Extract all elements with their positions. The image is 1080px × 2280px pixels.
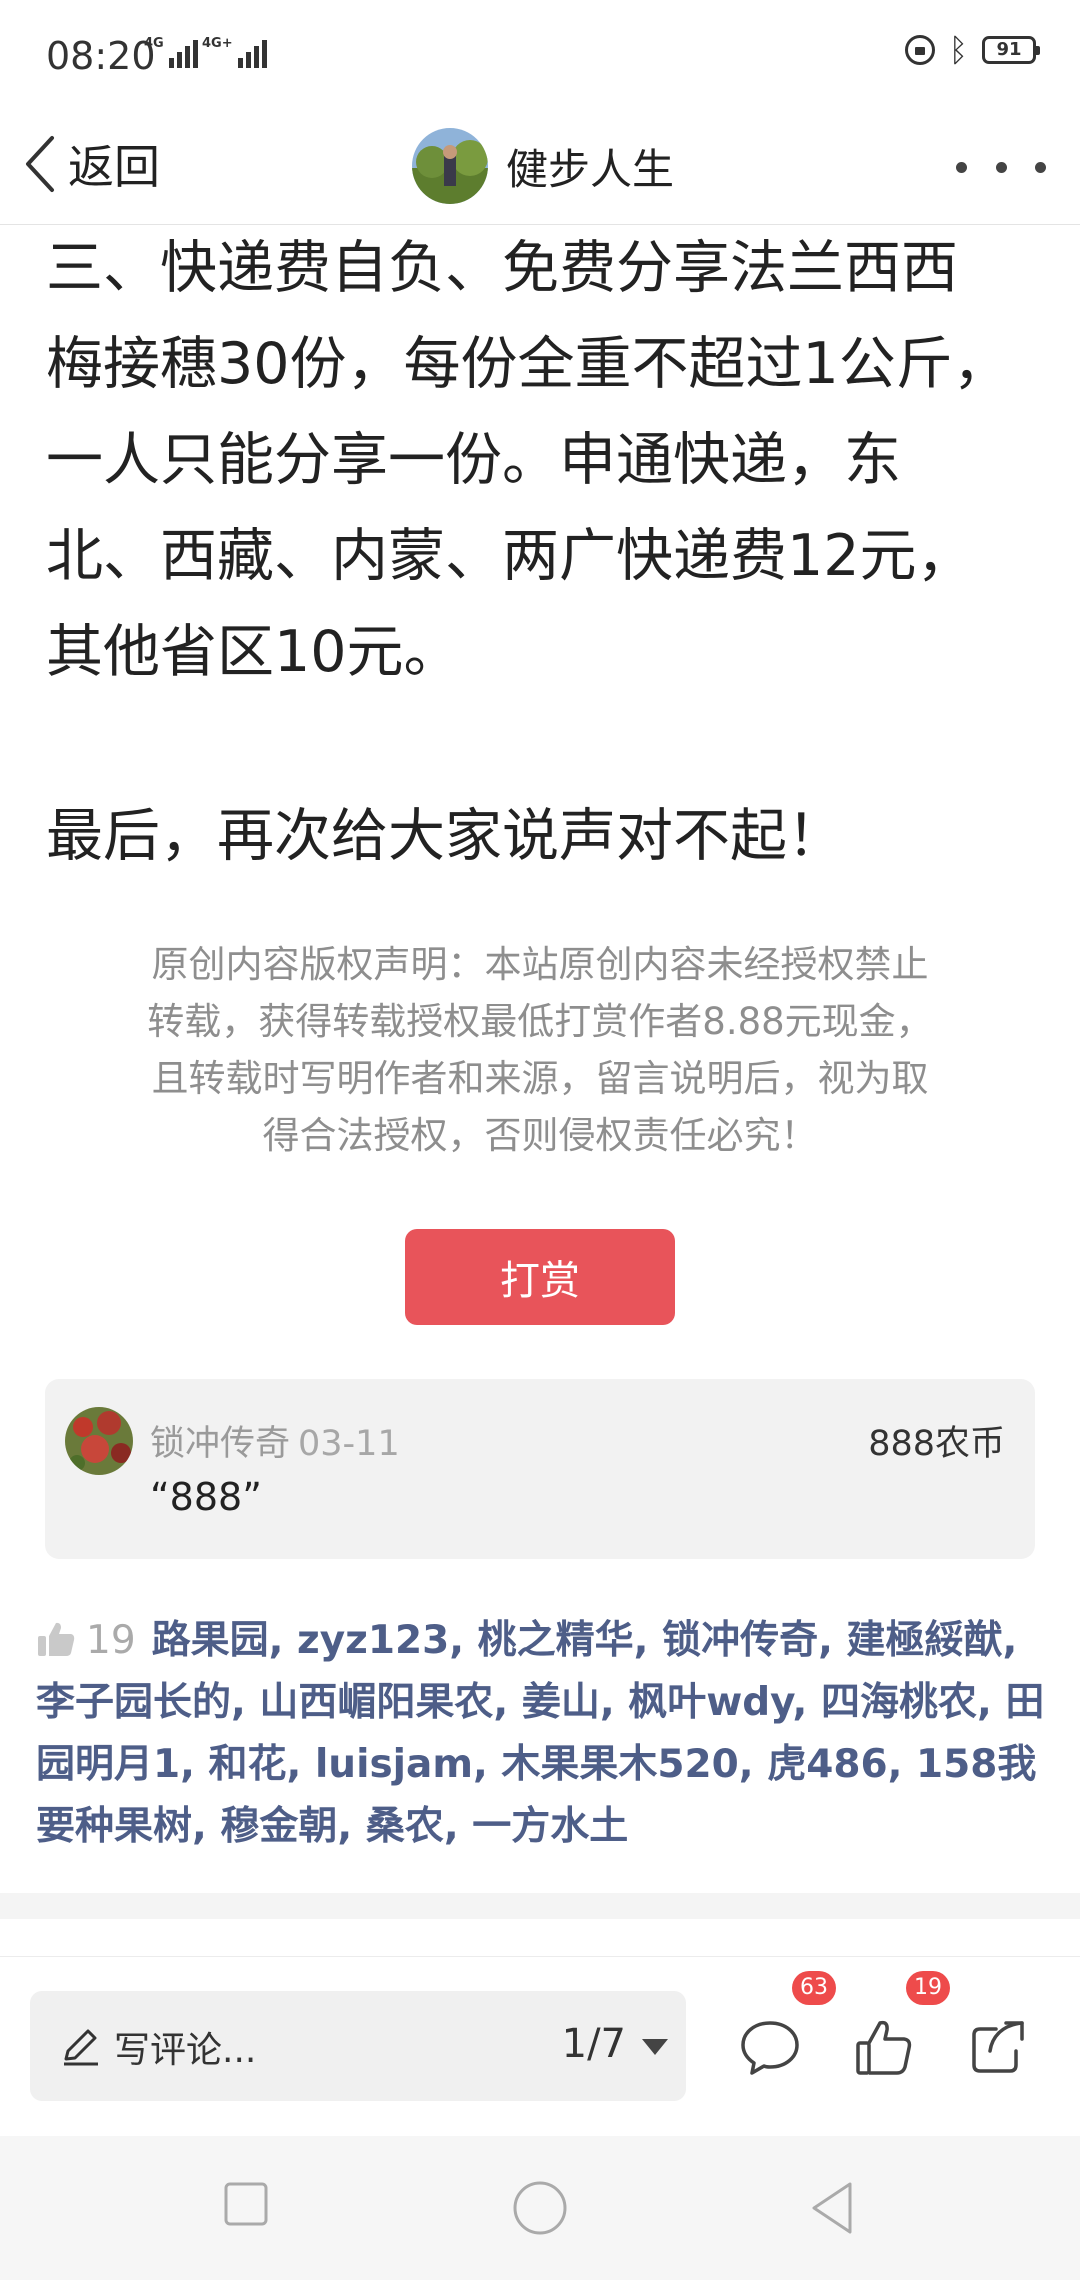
liker-name[interactable]: 建極綏猷, [846, 1618, 1017, 1663]
bluetooth-icon: ᛒ [948, 31, 968, 69]
copyright-line: 且转载时写明作者和来源，留言说明后，视为取 [151, 1057, 929, 1100]
comment-count-badge: 63 [792, 1971, 836, 2005]
liker-name[interactable]: 一方水土 [472, 1804, 628, 1849]
battery-icon: 91 [982, 36, 1040, 64]
comment-bubble-icon [741, 2021, 799, 2075]
commenter-avatar[interactable] [65, 1407, 133, 1475]
top-nav-bar: 返回 健步人生 [0, 110, 1080, 225]
commenter-name[interactable]: 锁冲传奇 [150, 1424, 290, 1464]
article-line: 一人只能分享一份。申通快递，东 [46, 427, 901, 493]
commenter-meta: 锁冲传奇 03-11 [150, 1415, 400, 1466]
network-type-2: 4G+ [202, 36, 233, 51]
copyright-line: 转载，获得转载授权最低打赏作者8.88元现金， [147, 1000, 933, 1043]
back-chevron-icon [26, 136, 54, 192]
share-icon [972, 2021, 1024, 2073]
share-button[interactable] [966, 2015, 1030, 2079]
reward-comment-card[interactable]: 锁冲传奇 03-11 888农币 “888” [45, 1379, 1035, 1559]
liker-name[interactable]: 山西嵋阳果农, [259, 1680, 508, 1725]
liker-name[interactable]: 桃之精华, [478, 1618, 649, 1663]
lock-icon [904, 35, 935, 65]
liker-name[interactable]: 虎486, [767, 1742, 902, 1787]
liker-name[interactable]: 桑农, [366, 1804, 459, 1849]
status-time: 08:20 [46, 34, 156, 78]
status-icons: ᛒ 91 [904, 31, 1040, 69]
comment-date: 03-11 [298, 1424, 400, 1464]
liker-name[interactable]: 枫叶wdy, [628, 1680, 807, 1725]
liker-name[interactable]: 姜山, [522, 1680, 615, 1725]
copyright-notice: 原创内容版权声明：本站原创内容未经授权禁止 转载，获得转载授权最低打赏作者8.8… [100, 936, 980, 1164]
liker-name[interactable]: 李子园长的, [36, 1680, 246, 1725]
liker-name[interactable]: zyz123, [297, 1618, 464, 1663]
thumb-up-icon [856, 2020, 912, 2075]
author-avatar[interactable] [412, 128, 488, 204]
thumb-up-icon [38, 1622, 75, 1656]
liker-name[interactable]: 锁冲传奇, [662, 1618, 833, 1663]
copyright-line: 原创内容版权声明：本站原创内容未经授权禁止 [151, 943, 929, 986]
article-closing: 最后，再次给大家说声对不起！ [46, 803, 844, 869]
home-icon[interactable] [512, 2180, 568, 2236]
liker-name[interactable]: 四海桃农, [821, 1680, 992, 1725]
liker-name[interactable]: 和花, [209, 1742, 302, 1787]
comment-text: “888” [150, 1475, 262, 1519]
like-count-badge: 19 [906, 1971, 950, 2005]
more-icon[interactable] [956, 142, 1046, 192]
chevron-down-icon[interactable] [642, 2039, 668, 2055]
system-nav-bar [0, 2136, 1080, 2280]
copyright-line: 得合法授权，否则侵权责任必究！ [262, 1114, 818, 1157]
likers-list: 19 路果园, zyz123, 桃之精华, 锁冲传奇, 建極綏猷, 李子园长的, … [36, 1610, 1056, 1858]
like-count: 19 [86, 1618, 136, 1663]
reward-amount: 888农币 [868, 1424, 1005, 1464]
page-indicator[interactable]: 1/7 [562, 2021, 626, 2067]
comment-button[interactable]: 63 [738, 1971, 836, 2079]
like-button[interactable]: 19 [852, 1971, 950, 2079]
back-button[interactable]: 返回 [22, 124, 160, 204]
liker-name[interactable]: luisjam, [315, 1742, 488, 1787]
signal-icon-2: 4G+ [202, 36, 267, 68]
signal-icon-1: 4G [144, 36, 198, 68]
back-label: 返回 [68, 140, 160, 194]
liker-name[interactable]: 木果果木520, [501, 1742, 753, 1787]
network-type-1: 4G [144, 36, 164, 51]
article-line: 梅接穗30份，每份全重不超过1公斤， [46, 331, 1010, 397]
liker-name[interactable]: 路果园, [152, 1618, 284, 1663]
tip-button[interactable]: 打赏 [405, 1229, 675, 1325]
recent-apps-icon[interactable] [222, 2180, 270, 2228]
pen-icon [64, 2029, 98, 2066]
article-body: 三、快递费自负、免费分享法兰西西 梅接穗30份，每份全重不超过1公斤， 一人只能… [46, 220, 1046, 700]
section-divider [0, 1893, 1080, 1919]
author-header[interactable]: 健步人生 [412, 116, 674, 216]
battery-level: 91 [996, 39, 1022, 60]
status-bar: 08:20 4G 4G+ ᛒ 91 [0, 0, 1080, 110]
comment-input[interactable]: 写评论... 1/7 [30, 1991, 686, 2101]
article-line: 三、快递费自负、免费分享法兰西西 [46, 235, 958, 301]
back-nav-icon[interactable] [808, 2180, 856, 2236]
article-line: 其他省区10元。 [46, 619, 461, 685]
author-name[interactable]: 健步人生 [506, 136, 674, 197]
bottom-action-bar: 写评论... 1/7 63 19 [0, 1956, 1080, 2137]
liker-name[interactable]: 穆金朝, [220, 1804, 352, 1849]
article-line: 北、西藏、内蒙、两广快递费12元， [46, 523, 974, 589]
comment-placeholder: 写评论... [114, 2030, 257, 2071]
